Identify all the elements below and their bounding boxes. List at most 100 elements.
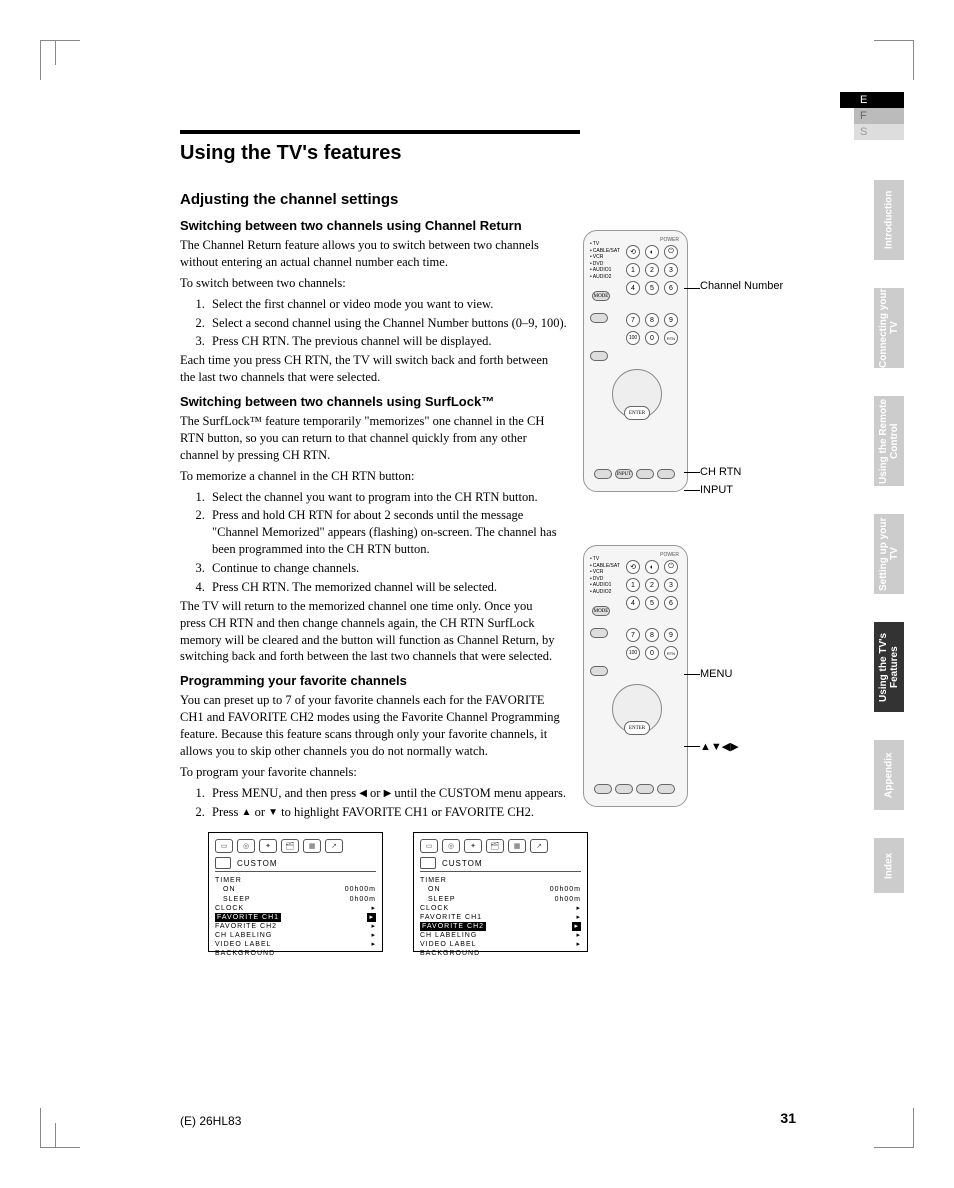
- num-button: 7: [626, 313, 640, 327]
- text: Press: [212, 805, 242, 819]
- osd-tab-icon: ↗: [530, 839, 548, 853]
- num-button: 6: [664, 596, 678, 610]
- osd-tab-icon: ↗: [325, 839, 343, 853]
- osd-tab-icon: ▭: [420, 839, 438, 853]
- num-button: 100: [626, 331, 640, 345]
- osd-tab-icon: ▦: [508, 839, 526, 853]
- tab-index: Index: [874, 838, 904, 893]
- osd-item: FAVORITE CH1: [420, 913, 482, 922]
- power-button: ⏻: [664, 560, 678, 574]
- osd-item: VIDEO LABEL: [420, 940, 477, 949]
- osd-item: CH LABELING: [420, 931, 477, 940]
- list-item: Press CH RTN. The memorized channel will…: [208, 579, 568, 596]
- remote-button: [594, 784, 612, 794]
- paragraph: The Channel Return feature allows you to…: [180, 237, 560, 271]
- num-button: 6: [664, 281, 678, 295]
- osd-category-icon: [420, 857, 436, 869]
- list-item: Press MENU, and then press ◀ or ▶ until …: [208, 785, 568, 802]
- lang-f-label: F: [860, 110, 867, 122]
- paragraph: To memorize a channel in the CH RTN butt…: [180, 468, 560, 485]
- menu-button: [590, 666, 608, 676]
- tab-connecting: Connecting your TV: [874, 288, 904, 368]
- arrow-icon: [371, 940, 376, 949]
- enter-button: ENTER: [624, 721, 650, 735]
- callout-ch-rtn: CH RTN: [700, 466, 741, 478]
- language-tabs: E F S: [854, 92, 904, 140]
- text: to highlight FAVORITE CH1 or FAVORITE CH…: [278, 805, 534, 819]
- up-arrow-icon: ▲: [242, 807, 252, 818]
- remote-button: ◐: [645, 245, 659, 259]
- subsection-surflock: Switching between two channels using Sur…: [180, 394, 780, 409]
- arrow-icon: [576, 931, 581, 940]
- osd-tab-icon: ✦: [259, 839, 277, 853]
- lang-e-label: E: [860, 94, 867, 106]
- num-button: 100: [626, 646, 640, 660]
- osd-tab-icon: ▭: [215, 839, 233, 853]
- osd-item-highlighted: FAVORITE CH1: [215, 913, 281, 922]
- osd-value: 00h00m: [345, 885, 376, 894]
- osd-item: CH LABELING: [215, 931, 272, 940]
- subsection-favorite-channels: Programming your favorite channels: [180, 673, 780, 688]
- osd-value: 0h00m: [555, 895, 581, 904]
- arrow-icon: [371, 931, 376, 940]
- paragraph: The TV will return to the memorized chan…: [180, 598, 560, 666]
- paragraph: The SurfLock™ feature temporarily "memor…: [180, 413, 560, 464]
- paragraph: You can preset up to 7 of your favorite …: [180, 692, 560, 760]
- list-item: Select a second channel using the Channe…: [208, 315, 568, 332]
- text: or: [251, 805, 268, 819]
- list-item: Continue to change channels.: [208, 560, 568, 577]
- footer-model: (E) 26HL83: [180, 1114, 241, 1128]
- num-button: 5: [645, 596, 659, 610]
- paragraph: Each time you press CH RTN, the TV will …: [180, 352, 560, 386]
- chrtn-button: RTN: [664, 646, 678, 660]
- callout-menu: MENU: [700, 668, 732, 680]
- osd-item-highlighted: FAVORITE CH2: [420, 922, 486, 931]
- lang-tab-f: F: [854, 108, 904, 124]
- callout-line: [684, 746, 700, 747]
- arrow-icon: [371, 922, 376, 931]
- osd-item: ON: [223, 885, 236, 894]
- osd-value: 0h00m: [350, 895, 376, 904]
- remote-diagram-1: TVCABLE/SATVCR DVDAUDIO1AUDIO2 POWER ⟲◐⏻…: [583, 230, 688, 492]
- remote-button: [594, 469, 612, 479]
- left-arrow-icon: ◀: [359, 788, 367, 799]
- remote-button: [590, 313, 608, 323]
- lang-tab-e: E: [854, 92, 904, 108]
- osd-menu-fav1: ▭ ◎ ✦ 🗂 ▦ ↗ CUSTOM TIMER ON00h00m SLEEP0…: [208, 832, 383, 952]
- list-item: Select the channel you want to program i…: [208, 489, 568, 506]
- remote-diagram-2: TVCABLE/SATVCR DVDAUDIO1AUDIO2 POWER ⟲◐⏻…: [583, 545, 688, 807]
- power-button: ⏻: [664, 245, 678, 259]
- list-item: Press and hold CH RTN for about 2 second…: [208, 507, 568, 558]
- paragraph: To switch between two channels:: [180, 275, 560, 292]
- power-label: POWER: [660, 552, 679, 558]
- tab-tv-features: Using the TV's Features: [874, 622, 904, 712]
- num-button: 3: [664, 263, 678, 277]
- osd-item: TIMER: [420, 876, 447, 885]
- osd-tab-icon: ◎: [442, 839, 460, 853]
- callout-input: INPUT: [700, 484, 733, 496]
- osd-tab-icon: ◎: [237, 839, 255, 853]
- page-content: Using the TV's features Adjusting the ch…: [180, 130, 780, 952]
- num-button: 7: [626, 628, 640, 642]
- callout-arrows: ▲▼◀▶: [700, 740, 739, 753]
- chapter-tabs: Introduction Connecting your TV Using th…: [874, 180, 904, 921]
- osd-item: BACKGROUND: [420, 949, 480, 958]
- osd-title: CUSTOM: [442, 859, 483, 868]
- steps-surflock: Select the channel you want to program i…: [208, 489, 568, 596]
- num-button: 0: [645, 331, 659, 345]
- page-number: 31: [780, 1110, 796, 1126]
- remote-mode-list: TVCABLE/SATVCR DVDAUDIO1AUDIO2: [590, 241, 620, 280]
- power-label: POWER: [660, 237, 679, 243]
- osd-item: CLOCK: [215, 904, 244, 913]
- arrow-icon: [576, 940, 581, 949]
- remote-button: ⟲: [626, 560, 640, 574]
- osd-value: 00h00m: [550, 885, 581, 894]
- section-heading: Adjusting the channel settings: [180, 191, 780, 208]
- osd-tab-icon: 🗂: [486, 839, 504, 853]
- steps-favorite: Press MENU, and then press ◀ or ▶ until …: [208, 785, 568, 821]
- text: Press MENU, and then press: [212, 786, 359, 800]
- osd-tab-icon: ▦: [303, 839, 321, 853]
- lang-s-label: S: [860, 126, 867, 138]
- osd-screenshots: ▭ ◎ ✦ 🗂 ▦ ↗ CUSTOM TIMER ON00h00m SLEEP0…: [208, 832, 780, 952]
- mode-button: MODE: [592, 606, 610, 616]
